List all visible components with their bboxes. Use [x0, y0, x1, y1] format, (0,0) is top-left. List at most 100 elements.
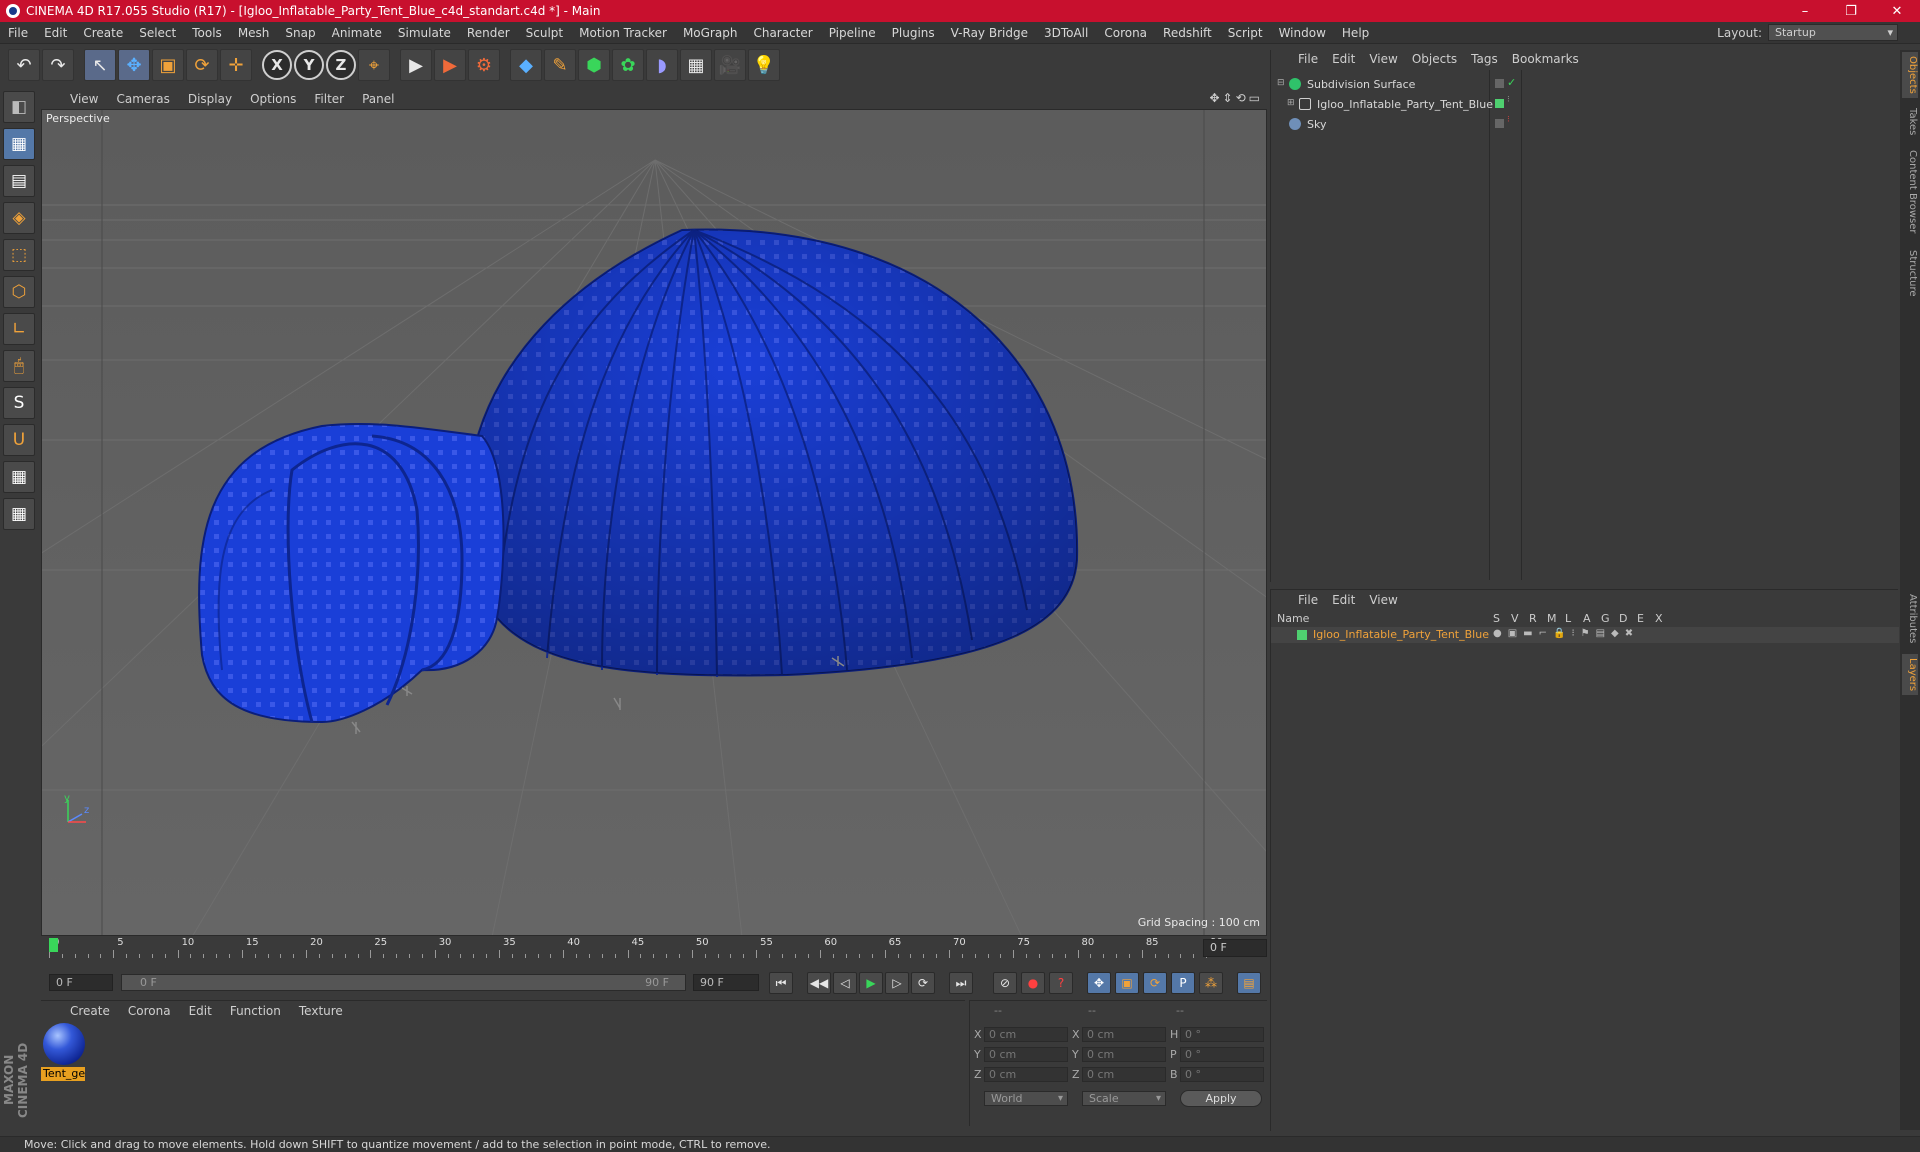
viewport-canvas[interactable]: Perspective y z Grid Spacing : 100 cm [41, 109, 1267, 936]
rotate-tool-icon[interactable]: ⟳ [186, 49, 218, 81]
object-row-igloo[interactable]: ⊞ Igloo_Inflatable_Party_Tent_Blue ⁝ [1273, 94, 1897, 114]
start-frame-field[interactable]: 0 F [49, 974, 113, 991]
menu-snap[interactable]: Snap [277, 26, 323, 40]
tab-attributes[interactable]: Attributes [1902, 590, 1918, 647]
key-parameter-icon[interactable]: P [1171, 972, 1195, 994]
object-row-sky[interactable]: Sky ⁝ [1273, 114, 1897, 134]
render-view-icon[interactable]: ▶ [400, 49, 432, 81]
menu-plugins[interactable]: Plugins [884, 26, 943, 40]
menu-script[interactable]: Script [1220, 26, 1271, 40]
end-frame-field[interactable]: 90 F [693, 974, 759, 991]
render-settings-icon[interactable]: ⚙ [468, 49, 500, 81]
menu-render[interactable]: Render [459, 26, 518, 40]
layers-menu-file[interactable]: File [1291, 593, 1325, 607]
viewport-menu-options[interactable]: Options [241, 92, 305, 106]
magnet-snap-icon[interactable]: U [3, 424, 35, 456]
menu-redshift[interactable]: Redshift [1155, 26, 1220, 40]
material-menu-texture[interactable]: Texture [290, 1004, 352, 1018]
objects-menu-tags[interactable]: Tags [1464, 52, 1505, 66]
coordinate-space-dropdown[interactable]: World [984, 1091, 1068, 1106]
play-button[interactable]: ▶ [859, 972, 883, 994]
loop-button[interactable]: ⟳ [911, 972, 935, 994]
deformer-icon[interactable]: ◗ [646, 49, 678, 81]
tab-objects[interactable]: Objects [1902, 52, 1918, 98]
x-axis-lock-icon[interactable]: X [262, 50, 292, 80]
mograph-cloner-icon[interactable]: ✿ [612, 49, 644, 81]
position-x-field[interactable]: 0 cm [984, 1027, 1068, 1042]
tab-content-browser[interactable]: Content Browser [1902, 146, 1918, 237]
layer-color-icon[interactable] [1495, 99, 1504, 108]
next-frame-button[interactable]: ▷ [885, 972, 909, 994]
rotation-h-field[interactable]: 0 ° [1180, 1027, 1264, 1042]
move-tool-icon[interactable]: ✥ [118, 49, 150, 81]
menu-help[interactable]: Help [1334, 26, 1377, 40]
previous-key-button[interactable]: ◀◀ [807, 972, 831, 994]
expand-toggle-icon[interactable]: ⊟ [1277, 78, 1285, 88]
motion-record-icon[interactable]: ⊘ [993, 972, 1017, 994]
model-mode-icon[interactable]: ▦ [3, 128, 35, 160]
viewport-menu-view[interactable]: View [61, 92, 107, 106]
camera-icon[interactable]: 🎥 [714, 49, 746, 81]
objects-menu-objects[interactable]: Objects [1405, 52, 1464, 66]
menu-character[interactable]: Character [745, 26, 820, 40]
tab-structure[interactable]: Structure [1902, 246, 1918, 301]
timeline-window-icon[interactable]: ▤ [1237, 972, 1261, 994]
viewport-menu-display[interactable]: Display [179, 92, 241, 106]
select-tool-icon[interactable]: ↖ [84, 49, 116, 81]
layout-dropdown[interactable]: Startup [1768, 24, 1898, 41]
menu-create[interactable]: Create [75, 26, 131, 40]
size-z-field[interactable]: 0 cm [1082, 1067, 1166, 1082]
points-mode-icon[interactable]: ⬚ [3, 239, 35, 271]
object-row-subdivision-surface[interactable]: ⊟ Subdivision Surface ✓ [1273, 74, 1897, 94]
viewport-menu-cameras[interactable]: Cameras [107, 92, 178, 106]
subdivision-generator-icon[interactable]: ⬢ [578, 49, 610, 81]
enabled-check-icon[interactable]: ✓ [1507, 76, 1516, 89]
key-pla-icon[interactable]: ⁂ [1199, 972, 1223, 994]
size-x-field[interactable]: 0 cm [1082, 1027, 1166, 1042]
y-axis-lock-icon[interactable]: Y [294, 50, 324, 80]
viewport-menu-panel[interactable]: Panel [353, 92, 403, 106]
render-to-picture-viewer-icon[interactable]: ▶ [434, 49, 466, 81]
key-position-icon[interactable]: ✥ [1087, 972, 1111, 994]
viewport-menu-filter[interactable]: Filter [305, 92, 353, 106]
material-menu-edit[interactable]: Edit [180, 1004, 221, 1018]
record-keys-button[interactable]: ● [1021, 972, 1045, 994]
current-frame-field[interactable]: 0 F [1203, 939, 1267, 957]
material-menu-function[interactable]: Function [221, 1004, 290, 1018]
rotation-p-field[interactable]: 0 ° [1180, 1047, 1264, 1062]
grid-snap-icon[interactable]: ▦ [3, 498, 35, 530]
close-button[interactable]: ✕ [1874, 0, 1920, 22]
menu-window[interactable]: Window [1271, 26, 1334, 40]
floor-scene-icon[interactable]: ▦ [680, 49, 712, 81]
texture-mode-icon[interactable]: ▤ [3, 165, 35, 197]
make-editable-icon[interactable]: ◧ [3, 91, 35, 123]
menu-corona[interactable]: Corona [1096, 26, 1155, 40]
apply-button[interactable]: Apply [1180, 1090, 1262, 1107]
cube-primitive-icon[interactable]: ◆ [510, 49, 542, 81]
layer-flag-icons[interactable]: ●▣▬⌐🔒⁝⚑▤◆✖ [1493, 628, 1639, 639]
redo-icon[interactable]: ↷ [42, 49, 74, 81]
tab-layers[interactable]: Layers [1902, 654, 1918, 696]
edges-mode-icon[interactable]: ⬡ [3, 276, 35, 308]
material-menu-corona[interactable]: Corona [119, 1004, 180, 1018]
workplane-lock-icon[interactable]: ▦ [3, 461, 35, 493]
playhead-marker[interactable] [49, 938, 58, 952]
size-y-field[interactable]: 0 cm [1082, 1047, 1166, 1062]
objects-menu-view[interactable]: View [1362, 52, 1404, 66]
material-swatch[interactable]: Tent_ge [41, 1023, 87, 1081]
objects-menu-file[interactable]: File [1291, 52, 1325, 66]
timeline-ruler[interactable]: 051015202530354045505560657075808590 0 F [41, 936, 1267, 960]
objects-menu-edit[interactable]: Edit [1325, 52, 1362, 66]
restore-button[interactable]: ❐ [1828, 0, 1874, 22]
menu-motion-tracker[interactable]: Motion Tracker [571, 26, 675, 40]
rotation-b-field[interactable]: 0 ° [1180, 1067, 1264, 1082]
menu-pipeline[interactable]: Pipeline [821, 26, 884, 40]
go-to-start-button[interactable]: ⏮ [769, 972, 793, 994]
light-icon[interactable]: 💡 [748, 49, 780, 81]
axis-mode-icon[interactable]: 🖱 [3, 350, 35, 382]
layers-menu-edit[interactable]: Edit [1325, 593, 1362, 607]
viewport-nav-icons[interactable]: ✥⇕⟲▭ [1209, 91, 1263, 105]
pen-spline-icon[interactable]: ✎ [544, 49, 576, 81]
position-z-field[interactable]: 0 cm [984, 1067, 1068, 1082]
menu-animate[interactable]: Animate [324, 26, 390, 40]
